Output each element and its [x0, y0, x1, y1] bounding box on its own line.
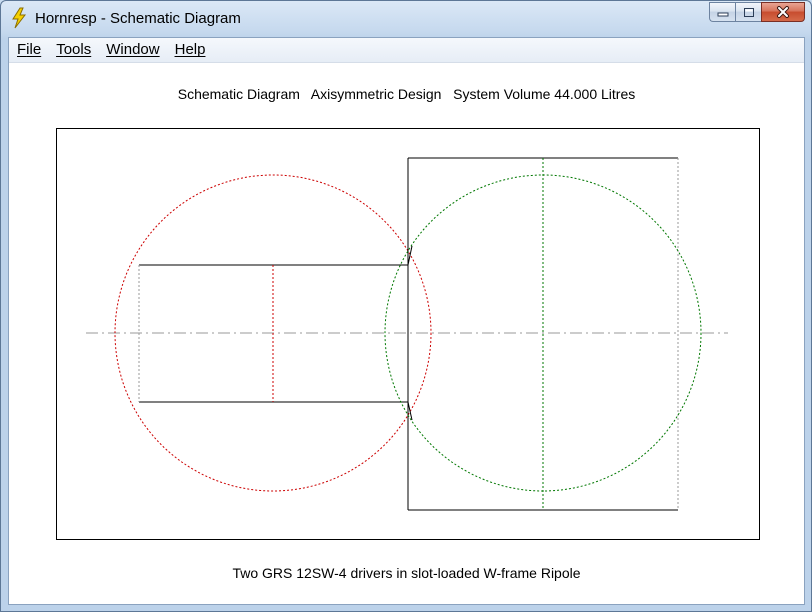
- menu-window[interactable]: Window: [99, 39, 166, 61]
- diagram-heading: Schematic Diagram Axisymmetric Design Sy…: [177, 86, 636, 102]
- minimize-icon: [717, 12, 728, 17]
- app-window: Hornresp - Schematic Diagram File Tools …: [0, 0, 812, 612]
- minimize-button[interactable]: [709, 2, 735, 22]
- title-bar[interactable]: Hornresp - Schematic Diagram: [1, 1, 811, 37]
- menu-file[interactable]: File: [10, 39, 48, 61]
- maximize-button[interactable]: [735, 2, 761, 22]
- schematic-diagram: [56, 128, 760, 540]
- menu-bar: File Tools Window Help: [9, 38, 804, 63]
- caption-buttons: [709, 2, 805, 24]
- lightning-bolt-icon: [12, 7, 27, 29]
- client-area: File Tools Window Help Schematic Diagram…: [8, 37, 805, 605]
- diagram-caption: Two GRS 12SW-4 drivers in slot-loaded W-…: [232, 565, 581, 581]
- close-icon: [777, 6, 789, 18]
- maximize-icon: [743, 7, 754, 17]
- menu-help[interactable]: Help: [168, 39, 213, 61]
- close-button[interactable]: [761, 2, 805, 22]
- menu-tools[interactable]: Tools: [49, 39, 98, 61]
- window-title: Hornresp - Schematic Diagram: [35, 10, 241, 27]
